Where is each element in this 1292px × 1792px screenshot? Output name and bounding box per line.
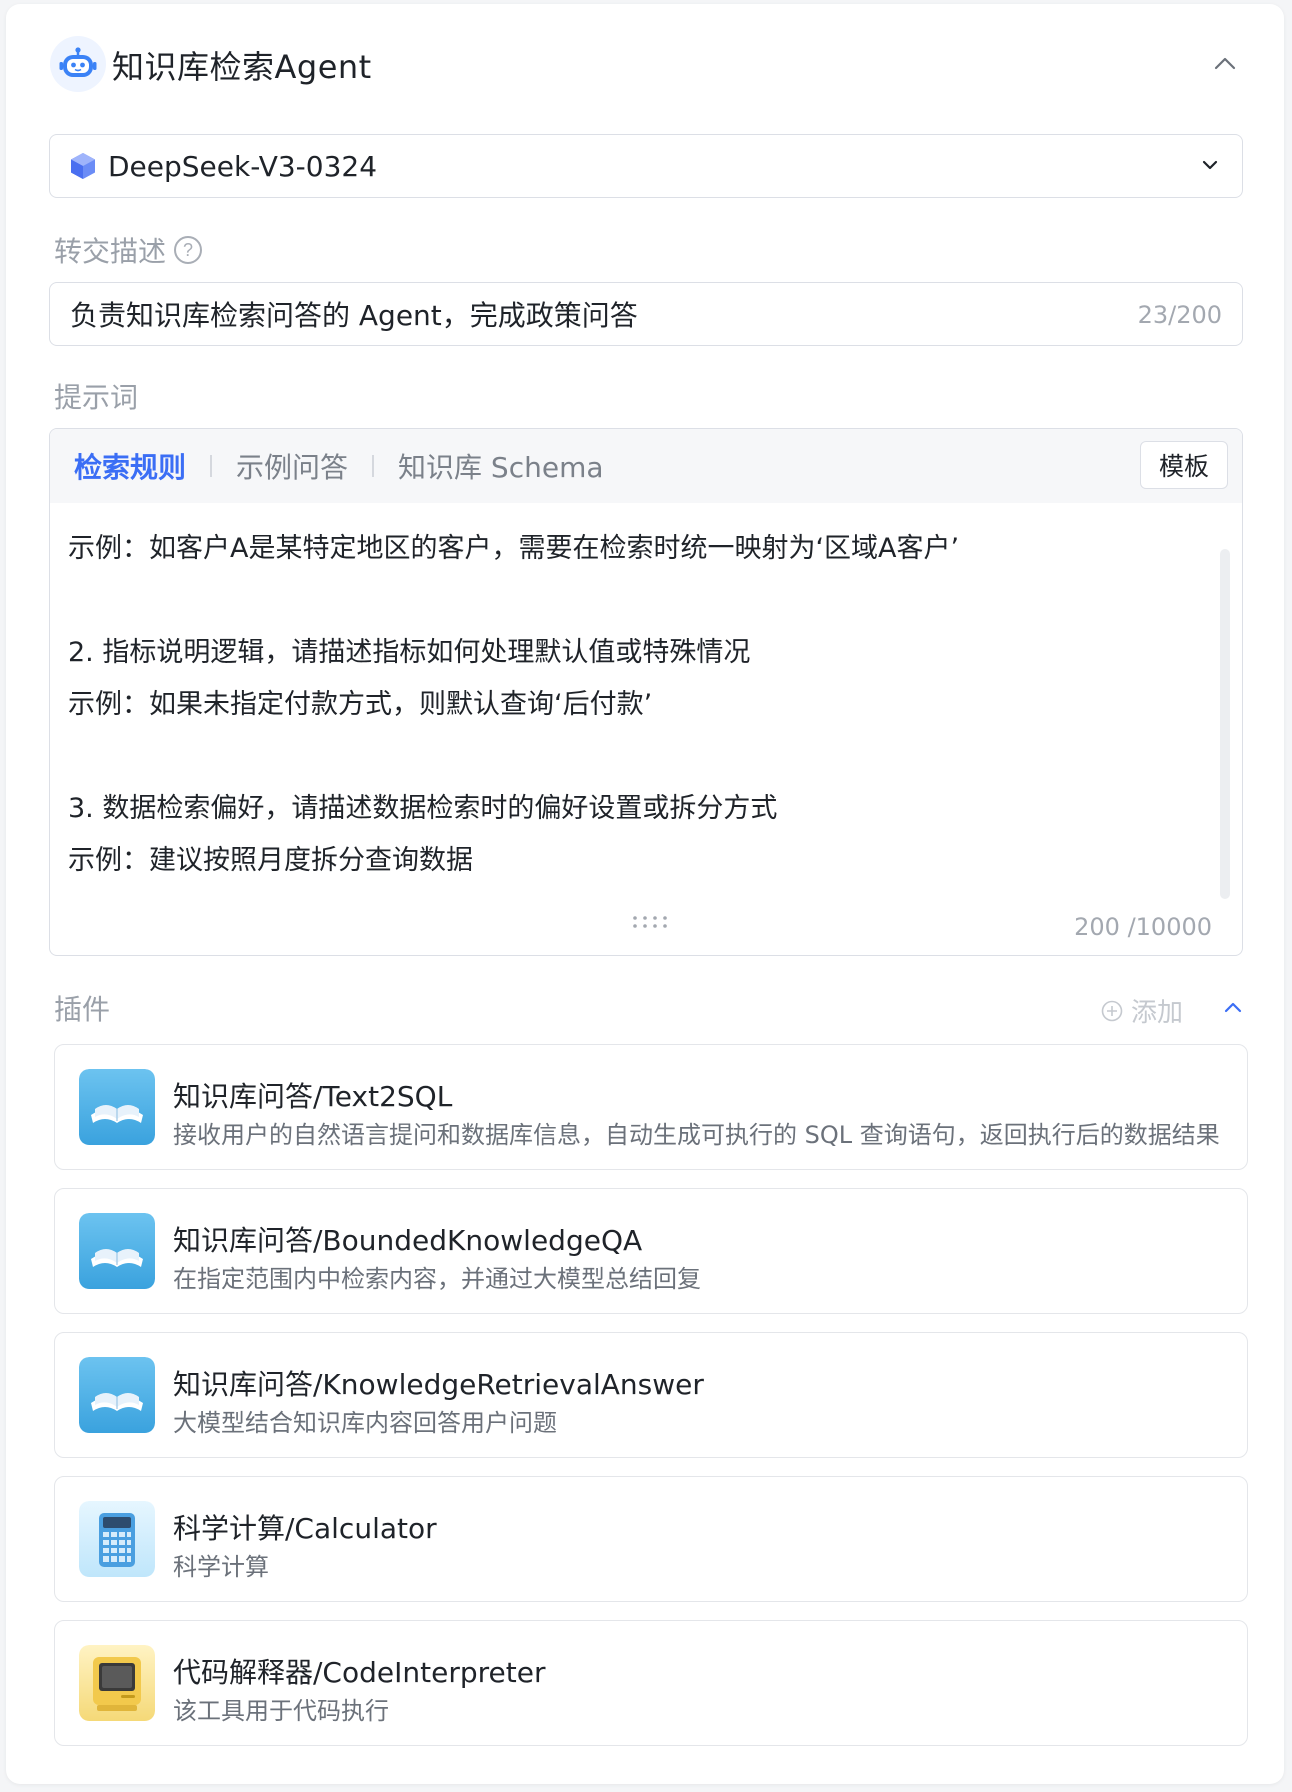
plus-circle-icon: [1101, 1000, 1123, 1021]
agent-title: 知识库检索Agent: [112, 48, 372, 86]
model-name: DeepSeek-V3-0324: [108, 149, 378, 183]
transfer-count: 23/200: [1137, 301, 1222, 329]
plugin-name: 知识库问答/KnowledgeRetrievalAnswer: [173, 1368, 704, 1401]
transfer-value: 负责知识库检索问答的 Agent，完成政策问答: [70, 299, 638, 332]
plugin-desc: 接收用户的自然语言提问和数据库信息，自动生成可执行的 SQL 查询语句，返回执行…: [173, 1121, 1220, 1149]
plugin-card-text2sql[interactable]: 知识库问答/Text2SQL 接收用户的自然语言提问和数据库信息，自动生成可执行…: [54, 1044, 1248, 1170]
robot-icon: [50, 36, 106, 92]
transfer-input[interactable]: 负责知识库检索问答的 Agent，完成政策问答 23/200: [49, 282, 1243, 346]
resize-handle-icon[interactable]: [630, 915, 670, 929]
plugin-desc: 大模型结合知识库内容回答用户问题: [173, 1409, 557, 1437]
prompt-line: [68, 575, 1224, 627]
plugin-name: 知识库问答/BoundedKnowledgeQA: [173, 1224, 643, 1257]
plugin-desc: 该工具用于代码执行: [173, 1697, 389, 1725]
plugins-label-text: 插件: [54, 993, 111, 1026]
prompt-editor: 检索规则 示例问答 知识库 Schema 模板 示例：如客户A是某特定地区的客户…: [49, 428, 1243, 956]
chevron-up-icon: [1224, 1002, 1242, 1013]
calculator-icon: [79, 1501, 155, 1577]
prompt-line: 示例：如果未指定付款方式，则默认查询‘后付款’: [68, 689, 653, 720]
tab-retrieval-rules[interactable]: 检索规则: [50, 446, 210, 486]
collapse-agent-button[interactable]: [1210, 48, 1240, 78]
template-button[interactable]: 模板: [1139, 441, 1228, 489]
plugin-name: 代码解释器/CodeInterpreter: [173, 1656, 546, 1689]
plugin-name: 科学计算/Calculator: [173, 1512, 437, 1545]
prompt-tabs: 检索规则 示例问答 知识库 Schema 模板: [50, 429, 1242, 503]
prompt-line: 示例：如客户A是某特定地区的客户，需要在检索时统一映射为‘区域A客户’: [68, 533, 960, 564]
tab-example-qa[interactable]: 示例问答: [212, 446, 372, 486]
book-icon: [79, 1069, 155, 1145]
add-plugin-button[interactable]: 添加: [1101, 992, 1183, 1029]
book-icon: [79, 1213, 155, 1289]
prompt-label-text: 提示词: [54, 381, 139, 414]
plugin-card-code-interpreter[interactable]: 代码解释器/CodeInterpreter 该工具用于代码执行: [54, 1620, 1248, 1746]
agent-header: 知识库检索Agent: [6, 4, 1284, 124]
plugin-desc: 在指定范围内中检索内容，并通过大模型总结回复: [173, 1265, 701, 1293]
help-icon[interactable]: ?: [174, 236, 203, 264]
chevron-down-icon: [1202, 160, 1218, 170]
prompt-scrollbar[interactable]: [1220, 549, 1230, 899]
plugins-label: 插件: [54, 988, 110, 1028]
agent-config-card: 知识库检索Agent DeepSeek-V3-0324 转交描述 ? 负责知识库…: [6, 4, 1284, 1784]
plugin-card-knowledge-retrieval[interactable]: 知识库问答/KnowledgeRetrievalAnswer 大模型结合知识库内…: [54, 1332, 1248, 1458]
prompt-line: 示例：建议按照月度拆分查询数据: [68, 845, 473, 876]
add-plugin-label: 添加: [1131, 998, 1184, 1028]
prompt-line: 2. 指标说明逻辑，请描述指标如何处理默认值或特殊情况: [68, 637, 751, 668]
book-icon: [79, 1357, 155, 1433]
prompt-count: 200 /10000: [1074, 913, 1212, 941]
computer-icon: [79, 1645, 155, 1721]
prompt-line: 3. 数据检索偏好，请描述数据检索时的偏好设置或拆分方式: [68, 793, 778, 824]
cube-icon: [71, 153, 95, 179]
plugin-desc: 科学计算: [173, 1553, 269, 1581]
plugin-card-calculator[interactable]: 科学计算/Calculator 科学计算: [54, 1476, 1248, 1602]
transfer-label: 转交描述 ?: [54, 230, 203, 270]
prompt-label: 提示词: [54, 376, 138, 416]
collapse-plugins-button[interactable]: [1218, 992, 1248, 1022]
transfer-label-text: 转交描述: [54, 235, 167, 268]
prompt-line: [68, 731, 1224, 783]
chevron-up-icon: [1214, 57, 1236, 70]
plugin-name: 知识库问答/Text2SQL: [173, 1080, 453, 1113]
tab-kb-schema[interactable]: 知识库 Schema: [374, 446, 627, 486]
model-select[interactable]: DeepSeek-V3-0324: [49, 134, 1243, 198]
prompt-textarea[interactable]: 示例：如客户A是某特定地区的客户，需要在检索时统一映射为‘区域A客户’ 2. 指…: [50, 503, 1242, 887]
plugin-card-bounded-qa[interactable]: 知识库问答/BoundedKnowledgeQA 在指定范围内中检索内容，并通过…: [54, 1188, 1248, 1314]
